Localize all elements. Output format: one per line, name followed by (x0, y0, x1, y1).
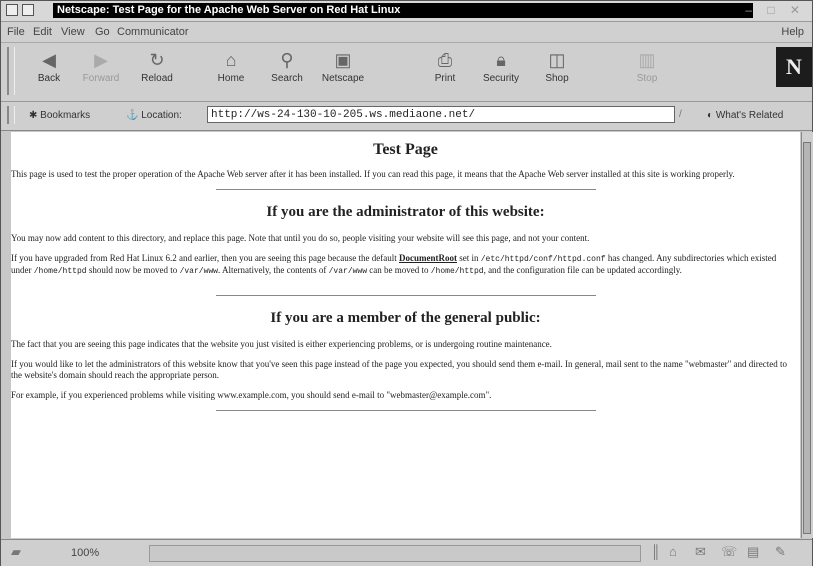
netscape-logo[interactable]: N (776, 47, 812, 87)
back-button[interactable]: ◀ Back (19, 47, 79, 84)
page-content: Test Page This page is used to test the … (11, 132, 800, 538)
window-menu-icon[interactable] (6, 4, 44, 18)
menu-bar: File Edit View Go Communicator Help (1, 22, 812, 43)
newsgroups-icon[interactable]: ☏ (721, 544, 737, 560)
print-icon: ⎙ (437, 50, 453, 70)
admin-heading: If you are the administrator of this web… (266, 204, 545, 220)
forward-arrow-icon: ▶ (94, 50, 108, 70)
stop-icon: ▥ (638, 50, 656, 70)
reload-button[interactable]: ↻ Reload (127, 47, 187, 84)
reload-icon: ↻ (149, 50, 165, 70)
menu-communicator[interactable]: Communicator (117, 26, 189, 38)
search-button[interactable]: ⚲ Search (257, 47, 317, 84)
public-paragraph-1: The fact that you are seeing this page i… (11, 339, 552, 349)
security-button[interactable]: 🔒︎ Security (471, 47, 531, 84)
navigator-icon[interactable]: ⌂ (669, 544, 677, 559)
shop-bag-icon: ◫ (548, 50, 566, 70)
connection-status-icon: ▰ (11, 544, 21, 559)
progress-percent: 100% (71, 547, 100, 559)
home-button[interactable]: ⌂ Home (201, 47, 261, 84)
vertical-scrollbar[interactable] (801, 132, 813, 538)
menu-view[interactable]: View (61, 26, 85, 38)
bookmarks-button[interactable]: ✱ Bookmarks (29, 110, 90, 121)
window-title: Netscape: Test Page for the Apache Web S… (53, 3, 753, 18)
menu-go[interactable]: Go (95, 26, 110, 38)
location-label: ⚓ Location: (126, 110, 182, 121)
navigation-toolbar: ◀ Back ▶ Forward ↻ Reload ⌂ Home ⚲ Search ▣ Ne… (1, 43, 812, 102)
divider (215, 189, 596, 190)
address-book-icon[interactable]: ▤ (747, 544, 759, 560)
whats-related-button[interactable]: ◐ What's Related (707, 110, 783, 121)
home-icon: ⌂ (225, 50, 237, 70)
bookmark-icon: ✱ (29, 110, 41, 121)
public-paragraph-2: If you would like to let the administrat… (11, 359, 788, 380)
public-paragraph-3: For example, if you experienced problems… (11, 390, 492, 400)
divider (215, 410, 596, 411)
location-grip[interactable] (7, 106, 15, 124)
browser-window: Netscape: Test Page for the Apache Web S… (0, 0, 813, 566)
page-title: Test Page (373, 141, 438, 158)
public-heading: If you are a member of the general publi… (270, 310, 541, 326)
dropdown-arrow-icon[interactable]: / (679, 109, 682, 120)
composer-icon[interactable]: ✎ (775, 544, 786, 560)
toolbar-grip[interactable] (7, 47, 15, 95)
divider (215, 295, 596, 296)
back-arrow-icon: ◀ (42, 50, 56, 70)
title-bar: Netscape: Test Page for the Apache Web S… (1, 1, 812, 22)
menu-edit[interactable]: Edit (33, 26, 52, 38)
status-text-field (149, 545, 641, 562)
search-icon: ⚲ (280, 50, 294, 70)
lock-icon: 🔒︎ (496, 50, 506, 70)
intro-paragraph: This page is used to test the proper ope… (11, 169, 735, 179)
netscape-button[interactable]: ▣ Netscape (313, 47, 373, 84)
location-toolbar: ✱ Bookmarks ⚓ Location: http://ws-24-130… (1, 102, 812, 131)
netscape-icon: ▣ (334, 50, 352, 70)
location-anchor-icon: ⚓ (126, 110, 142, 121)
documentroot-link[interactable]: DocumentRoot (399, 253, 457, 263)
forward-button[interactable]: ▶ Forward (71, 47, 131, 84)
window-controls[interactable]: – □ ✕ (745, 3, 806, 17)
shop-button[interactable]: ◫ Shop (527, 47, 587, 84)
admin-paragraph-2: If you have upgraded from Red Hat Linux … (11, 253, 777, 276)
url-field[interactable]: http://ws-24-130-10-205.ws.mediaone.net/ (207, 106, 675, 123)
whats-related-icon: ◐ (707, 110, 716, 121)
scrollbar-thumb[interactable] (803, 142, 811, 534)
admin-paragraph-1: You may now add content to this director… (11, 233, 590, 243)
menu-help[interactable]: Help (781, 26, 804, 38)
menu-file[interactable]: File (7, 26, 25, 38)
status-bar: ▰ 100% ║ ⌂ ✉ ☏ ▤ ✎ (1, 539, 812, 566)
component-bar-grip-icon[interactable]: ║ (651, 544, 660, 559)
stop-button[interactable]: ▥ Stop (617, 47, 677, 84)
print-button[interactable]: ⎙ Print (415, 47, 475, 84)
mail-icon[interactable]: ✉ (695, 544, 706, 560)
